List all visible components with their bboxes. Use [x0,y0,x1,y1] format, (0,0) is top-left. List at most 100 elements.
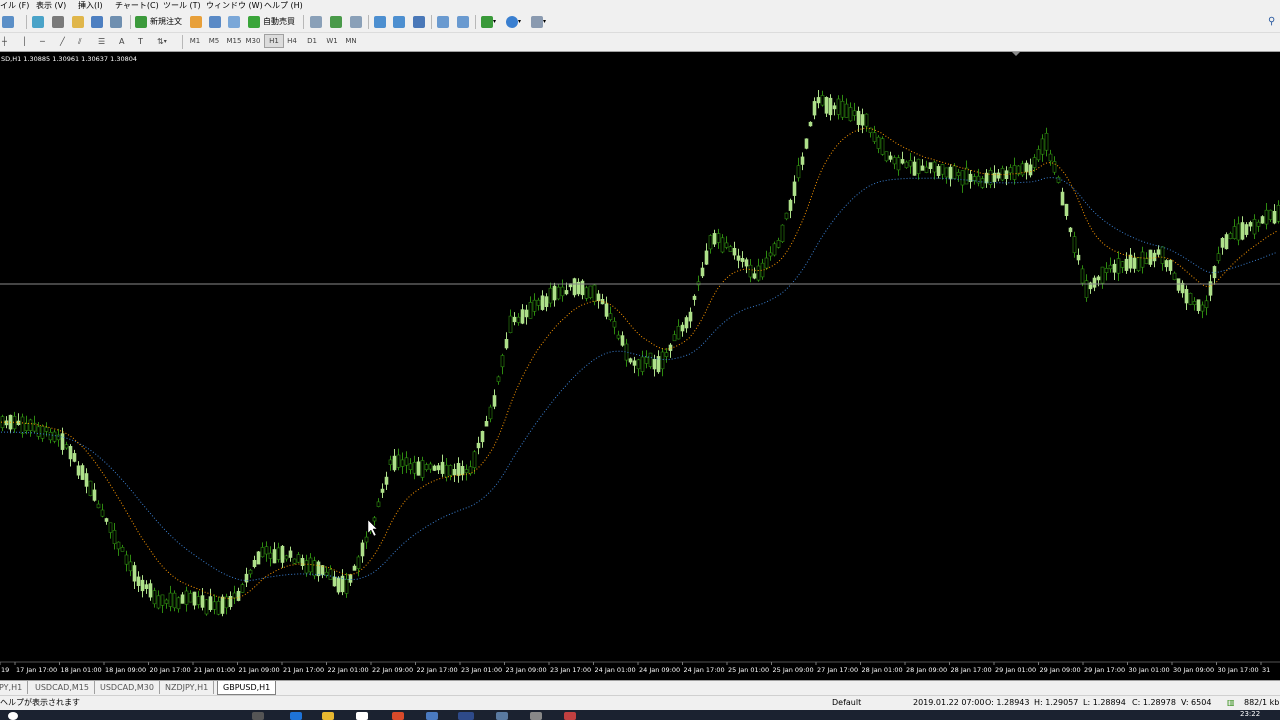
toolbar-separator [368,15,369,29]
app-icon[interactable] [426,712,438,720]
candle-body [1264,209,1269,225]
tab-usdcad-m30[interactable]: USDCAD,M30 [95,681,160,694]
navigator-button[interactable] [91,14,103,30]
candle-body [72,453,77,462]
candle-body [540,295,545,310]
timeframe-mn[interactable]: MN [342,34,360,48]
tab-usdcad-m15[interactable]: USDCAD,M15 [30,681,95,694]
candle-body [444,464,449,478]
candle-body [136,576,141,587]
chart-shift-marker[interactable] [1012,52,1020,56]
timeframe-m5[interactable]: M5 [205,34,223,48]
candle-body [456,462,461,476]
new-order-button[interactable]: 新規注文 [135,14,182,30]
terminal-button[interactable] [110,14,122,30]
candle-body [620,335,625,346]
signals-button[interactable] [228,14,240,30]
vertical-line-button[interactable]: │ [22,34,27,50]
profiles-icon [32,16,44,28]
edge-icon[interactable] [290,712,302,720]
candle-body [1100,266,1105,284]
store-icon[interactable] [356,712,368,720]
time-axis-label: 28 Jan 01:00 [862,666,903,674]
candle-body [504,338,509,349]
autotrade-button[interactable]: 自動売買 [248,14,295,30]
candle-body [400,459,405,467]
task-view-icon[interactable] [252,712,264,720]
app-icon[interactable] [530,712,542,720]
templates-button[interactable]: ▾ [531,14,546,30]
autoscroll-button[interactable] [457,14,469,30]
time-axis-label: 22 Jan 01:00 [328,666,369,674]
crosshair-button[interactable] [52,14,64,30]
candle-body [1260,216,1265,224]
timeframe-w1[interactable]: W1 [323,34,341,48]
price-chart[interactable]: SD,H1 1.30885 1.30961 1.30637 1.30804 19… [0,52,1280,680]
candle-body [1032,157,1037,168]
market-watch-button[interactable] [72,14,84,30]
timeframe-h4[interactable]: H4 [283,34,301,48]
tile-windows-button[interactable] [413,14,425,30]
toolbar-separator [431,15,432,29]
candle-body [1252,219,1257,235]
app-icon[interactable] [496,712,508,720]
new-chart-button[interactable] [2,14,14,30]
menu-insert[interactable]: 挿入(I) [78,0,103,12]
candle-body [160,594,165,606]
text-button[interactable]: A [119,34,124,50]
strategy-tester-button[interactable] [209,14,221,30]
zoom-out-button[interactable] [393,14,405,30]
candle-body [448,465,453,476]
bar-chart-button[interactable] [310,14,322,30]
candle-body [528,302,533,319]
menu-help[interactable]: ヘルプ (H) [264,0,303,12]
fibonacci-button[interactable]: ☰ [98,34,105,50]
channel-button[interactable]: ⫽ [78,34,82,50]
timeframe-m15[interactable]: M15 [225,34,243,48]
tab-pyh1[interactable]: PY,H1 [0,681,29,694]
moving-average-slow [1,177,1278,582]
indicators-button[interactable]: ▾ [481,14,496,30]
time-axis-label: 30 Jan 01:00 [1129,666,1170,674]
toolbar-separator [130,15,131,29]
menu-chart[interactable]: チャート(C) [115,0,159,12]
profiles-button[interactable] [32,14,44,30]
zoom-in-button[interactable] [374,14,386,30]
chart-canvas[interactable]: SD,H1 1.30885 1.30961 1.30637 1.30804 19… [0,52,1280,680]
bar-chart-icon [310,16,322,28]
cursor-button[interactable]: ┼ [2,34,7,50]
candle-body [148,583,153,598]
label-button[interactable]: T [138,34,143,50]
status-traffic: 882/1 kb [1244,698,1280,707]
line-chart-button[interactable] [350,14,362,30]
menu-file[interactable]: イル (F) [0,0,29,12]
chart-shift-button[interactable] [437,14,449,30]
arrows-button[interactable]: ⇅ ▾ [157,34,167,50]
tab-gbpusd-h1[interactable]: GBPUSD,H1 [217,681,277,695]
browser-icon[interactable] [392,712,404,720]
timeframe-d1[interactable]: D1 [303,34,321,48]
file-explorer-icon[interactable] [322,712,334,720]
meta-editor-button[interactable] [190,14,202,30]
tab-nzdjpy-h1[interactable]: NZDJPY,H1 [160,681,215,694]
search-button[interactable]: ⚲ [1268,14,1275,30]
horizontal-line-button[interactable]: ─ [40,34,45,50]
time-axis-label: 27 Jan 17:00 [817,666,858,674]
time-axis-label: 18 Jan 09:00 [105,666,146,674]
menu-view[interactable]: 表示 (V) [36,0,66,12]
menu-window[interactable]: ウィンドウ (W) [206,0,263,12]
candle-body [676,325,681,340]
candle-body [1140,251,1145,268]
app-icon[interactable] [564,712,576,720]
menu-tools[interactable]: ツール (T) [163,0,201,12]
periods-button[interactable]: ▾ [506,14,521,30]
timeframe-m30[interactable]: M30 [244,34,262,48]
candlestick-button[interactable] [330,14,342,30]
candle-body [772,243,777,256]
timeframe-m1[interactable]: M1 [186,34,204,48]
timeframe-h1[interactable]: H1 [264,34,284,48]
status-high: H: 1.29057 [1034,698,1079,707]
metatrader-icon[interactable] [458,712,474,720]
search-icon[interactable] [8,712,18,720]
trendline-button[interactable]: ╱ [60,34,65,50]
